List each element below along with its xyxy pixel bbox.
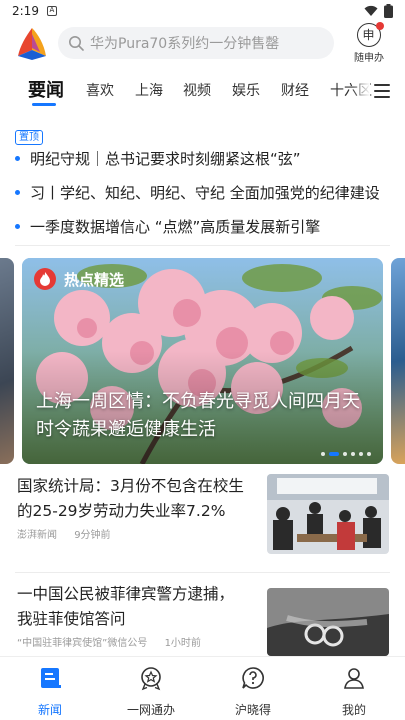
news-thumbnail (267, 474, 389, 554)
header: 华为Pura70系列约一分钟售罄 申 随申办 (0, 22, 405, 66)
news-meta: 澎湃新闻 9分钟前 (17, 526, 125, 541)
tab-shanghai[interactable]: 上海 (135, 80, 163, 100)
battery-icon (384, 4, 393, 18)
news-time: 9分钟前 (74, 530, 111, 541)
nav-label: 一网通办 (126, 703, 175, 717)
status-right (364, 4, 393, 18)
nav-label: 沪晓得 (234, 703, 271, 717)
carousel-next-slide[interactable] (391, 258, 405, 464)
tabs-fade (352, 72, 370, 112)
news-time: 1小时前 (164, 638, 201, 649)
news-icon (41, 668, 61, 688)
star-shield-icon (141, 667, 161, 691)
carousel-dot (321, 452, 325, 456)
carousel-dot (359, 452, 363, 456)
nav-label: 我的 (341, 703, 366, 717)
carousel-prev-slide[interactable] (0, 258, 14, 464)
suishen-icon: 申 (357, 22, 384, 47)
suishen-label: 随申办 (354, 53, 384, 64)
carousel-dot (351, 452, 355, 456)
divider (15, 572, 390, 573)
nav-yiwangtongban[interactable]: 一网通办 (111, 665, 191, 718)
news-source: 澎湃新闻 (17, 530, 57, 541)
bullet-dot-icon (15, 189, 20, 195)
channel-tabs: 要闻 喜欢 上海 视频 娱乐 财经 十六区 (0, 72, 405, 112)
top-story-item[interactable]: 习丨学纪、知纪、明纪、守纪 全面加强党的纪律建设 (15, 180, 395, 204)
search-icon (69, 36, 84, 51)
carousel-dot (343, 452, 347, 456)
bottom-nav: 新闻 一网通办 沪晓得 我的 (0, 656, 405, 720)
sim-indicator-icon: A (46, 6, 57, 16)
menu-icon[interactable] (374, 84, 390, 98)
status-bar: 2:19 A (0, 0, 405, 22)
carousel-title: 上海一周区情：不负春光寻觅人间四月天 时令蔬果邂逅健康生活 (36, 391, 360, 440)
tab-caijing[interactable]: 财经 (281, 80, 309, 100)
carousel-indicator (321, 452, 371, 456)
hot-picks-label: 热点精选 (34, 268, 124, 290)
top-story-title: 习丨学纪、知纪、明纪、守纪 全面加强党的纪律建设 (30, 183, 380, 202)
bullet-dot-icon (15, 155, 20, 161)
suishen-button[interactable]: 申 随申办 (346, 22, 392, 67)
tab-yule[interactable]: 娱乐 (232, 80, 260, 100)
notification-dot (376, 22, 384, 30)
featured-carousel[interactable]: 热点精选 上海一周区情：不负春光寻觅人间四月天 时令蔬果邂逅健康生活 (0, 258, 405, 464)
tab-active-indicator (32, 103, 56, 106)
news-title: 国家统计局：3月份不包含在校生的25-29岁劳动力失业率7.2% (17, 477, 244, 520)
nav-huxiaode[interactable]: 沪晓得 (213, 665, 293, 718)
top-story-item[interactable]: 明纪守规｜总书记要求时刻绷紧这根“弦” (15, 146, 395, 170)
carousel-dot (367, 452, 371, 456)
tab-shipin[interactable]: 视频 (183, 80, 211, 100)
nav-news[interactable]: 新闻 (10, 665, 90, 718)
search-bar[interactable]: 华为Pura70系列约一分钟售罄 (58, 27, 334, 59)
question-bubble-icon (242, 667, 264, 689)
tab-xihuan[interactable]: 喜欢 (86, 80, 114, 100)
wifi-icon (364, 5, 378, 16)
app-logo-icon[interactable] (16, 26, 48, 60)
top-story-title: 明纪守规｜总书记要求时刻绷紧这根“弦” (30, 149, 301, 168)
top-story-title: 一季度数据增信心 “点燃”高质量发展新引擎 (30, 217, 321, 236)
divider (15, 245, 390, 246)
flame-icon (34, 268, 56, 290)
news-thumbnail (267, 588, 389, 656)
news-meta: “中国驻菲律宾使馆”微信公号 1小时前 (17, 634, 215, 649)
pinned-badge: 置顶 (15, 130, 43, 145)
carousel-slide[interactable]: 热点精选 上海一周区情：不负春光寻觅人间四月天 时令蔬果邂逅健康生活 (22, 258, 383, 464)
bullet-dot-icon (15, 223, 20, 229)
svg-text:申: 申 (362, 28, 374, 42)
nav-mine[interactable]: 我的 (314, 665, 394, 718)
news-source: “中国驻菲律宾使馆”微信公号 (17, 638, 148, 649)
carousel-dot-active (329, 452, 339, 456)
news-title: 一中国公民被菲律宾警方逮捕，我驻菲使馆答问 (17, 585, 235, 628)
hot-picks-text: 热点精选 (64, 270, 125, 289)
news-list-item[interactable]: 国家统计局：3月份不包含在校生的25-29岁劳动力失业率7.2% 澎湃新闻 9分… (17, 474, 389, 560)
search-placeholder: 华为Pura70系列约一分钟售罄 (90, 36, 280, 52)
nav-label: 新闻 (37, 703, 62, 717)
news-list-item[interactable]: 一中国公民被菲律宾警方逮捕，我驻菲使馆答问 “中国驻菲律宾使馆”微信公号 1小时… (17, 582, 389, 656)
top-story-item[interactable]: 一季度数据增信心 “点燃”高质量发展新引擎 (15, 214, 395, 238)
status-time: 2:19 (12, 4, 39, 18)
tab-yaowen[interactable]: 要闻 (28, 76, 64, 102)
person-icon (344, 668, 364, 689)
